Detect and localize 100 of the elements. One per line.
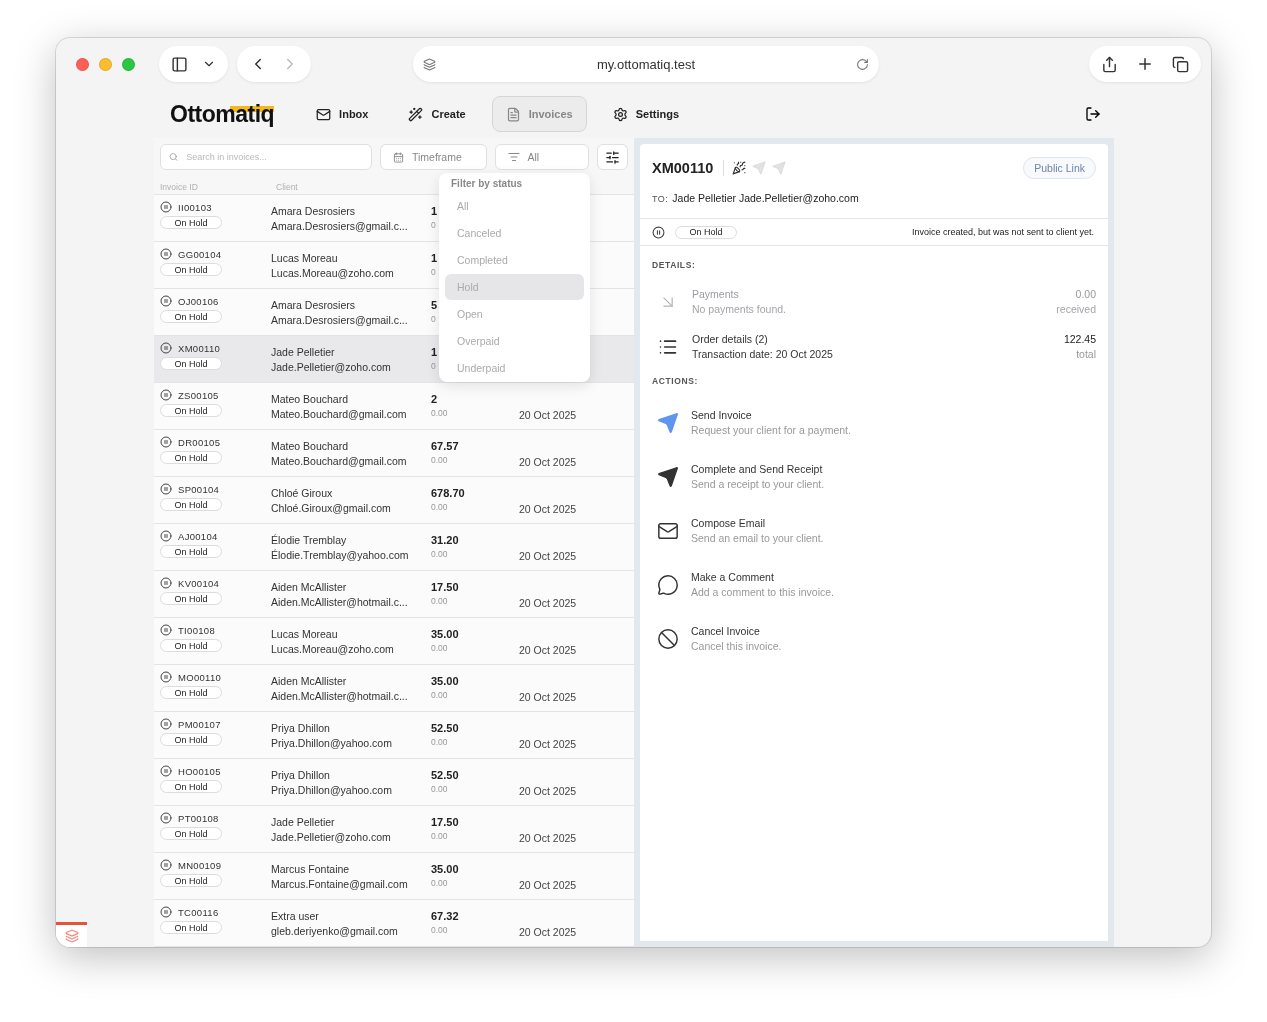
received-amount: 0.00	[431, 925, 448, 935]
status-badge: On Hold	[160, 874, 222, 887]
client-email: Mateo.Bouchard@gmail.com	[271, 455, 407, 467]
client-email: Jade.Pelletier@zoho.com	[271, 361, 391, 373]
timeframe-button[interactable]: Timeframe	[379, 144, 487, 171]
detail-row[interactable]: Order details (2) Transaction date: 20 Oct 2025 122.45 total	[640, 325, 1108, 370]
invoice-row[interactable]: TC00116 On Hold Extra user gleb.deriyenko@gmail.com 67.32 0.00 20 Oct 2025	[154, 900, 634, 947]
invoice-date: 20 Oct 2025	[519, 503, 577, 515]
received-amount: 0.00	[431, 643, 448, 653]
client-email: Mateo.Bouchard@gmail.com	[271, 408, 407, 420]
action-title: Cancel Invoice	[691, 625, 761, 637]
debug-toolbar-icon[interactable]	[56, 922, 87, 947]
status-badge: On Hold	[675, 225, 737, 239]
invoice-id: AJ00104	[178, 530, 218, 542]
invoice-row[interactable]: HO00105 On Hold Priya Dhillon Priya.Dhillon@yahoo.com 52.50 0.00 20 Oct 2025	[154, 759, 634, 806]
pause-icon	[160, 624, 172, 636]
prohibited-icon	[657, 627, 679, 650]
received-amount: 0.00	[431, 690, 448, 700]
action-item[interactable]: Make a Comment Add a comment to this invoice.	[640, 558, 1108, 612]
status-badge: On Hold	[160, 780, 222, 793]
invoice-row[interactable]: MN00109 On Hold Marcus Fontaine Marcus.Fontaine@gmail.com 35.00 0.00 20 Oct 2025	[154, 853, 634, 900]
status-badge: On Hold	[160, 592, 222, 605]
sliders-icon	[605, 149, 621, 165]
pause-icon	[160, 436, 172, 448]
invoice-row[interactable]: DR00105 On Hold Mateo Bouchard Mateo.Bouchard@gmail.com 67.57 0.00 20 Oct 2025	[154, 430, 634, 477]
status-filter-button[interactable]: All	[494, 144, 590, 171]
url-text: my.ottomatiq.test	[597, 56, 695, 72]
calendar-icon	[392, 151, 404, 163]
invoice-date: 20 Oct 2025	[519, 832, 577, 844]
pause-icon	[160, 671, 172, 683]
client-email: Aiden.McAllister@hotmail.c...	[271, 596, 408, 608]
invoice-row[interactable]: ZS00105 On Hold Mateo Bouchard Mateo.Bouchard@gmail.com 2 0.00 20 Oct 2025	[154, 383, 634, 430]
column-header: Client	[276, 182, 299, 192]
section-heading: DETAILS:	[651, 259, 697, 272]
search-input[interactable]: Search in invoices...	[184, 151, 363, 163]
action-item[interactable]: Cancel Invoice Cancel this invoice.	[640, 612, 1108, 666]
detail-value-label: total	[1076, 348, 1096, 360]
client-email: Priya.Dhillon@yahoo.com	[271, 737, 392, 749]
pause-icon	[652, 225, 665, 239]
action-item[interactable]: Complete and Send Receipt Send a receipt to your client.	[640, 450, 1108, 504]
invoice-row[interactable]: PM00107 On Hold Priya Dhillon Priya.Dhillon@yahoo.com 52.50 0.00 20 Oct 2025	[154, 712, 634, 759]
pause-icon	[160, 530, 172, 542]
public-link-button[interactable]: Public Link	[1023, 157, 1096, 179]
amount: 52.50	[431, 722, 459, 734]
action-item[interactable]: Compose Email Send an email to your client.	[640, 504, 1108, 558]
received-amount: 0.00	[431, 737, 448, 747]
paper-plane-icon	[772, 161, 787, 175]
tabs-icon[interactable]	[1172, 55, 1189, 73]
amount: 17.50	[431, 816, 459, 828]
client-name: Jade Pelletier	[271, 346, 335, 358]
nav-tab[interactable]: Create	[394, 96, 480, 132]
status-note: Invoice created, but was not sent to client yet.	[911, 227, 1094, 237]
client-name: Amara Desrosiers	[271, 299, 356, 311]
invoice-row[interactable]: SP00104 On Hold Chloé Giroux Chloé.Giroux@gmail.com 678.70 0.00 20 Oct 2025	[154, 477, 634, 524]
dropdown-title: Filter by status	[450, 176, 524, 191]
invoice-title: XM00110	[652, 160, 725, 176]
page-icon	[423, 57, 436, 71]
amount: 35.00	[431, 675, 459, 687]
invoice-row[interactable]: TI00108 On Hold Lucas Moreau Lucas.Moreau@zoho.com 35.00 0.00 20 Oct 2025	[154, 618, 634, 665]
nav-tab[interactable]: Inbox	[302, 96, 383, 132]
new-tab-icon[interactable]	[1136, 55, 1154, 73]
nav-tab[interactable]: Settings	[598, 96, 694, 132]
invoice-date: 20 Oct 2025	[519, 644, 577, 656]
amount: 5	[431, 299, 438, 311]
status-badge: On Hold	[160, 921, 222, 934]
invoice-id: XM00110	[178, 342, 221, 354]
share-icon[interactable]	[1101, 55, 1118, 73]
invoice-row[interactable]: MO00110 On Hold Aiden McAllister Aiden.McAllister@hotmail.c... 35.00 0.00 20 Oct 2025	[154, 665, 634, 712]
search-field[interactable]: Search in invoices...	[160, 144, 372, 171]
address-bar[interactable]: my.ottomatiq.test	[413, 46, 879, 82]
received-amount: 0.00	[431, 549, 448, 559]
client-email: Élodie.Tremblay@yahoo.com	[271, 549, 409, 561]
action-item[interactable]: Send Invoice Request your client for a payment.	[640, 396, 1108, 450]
settings-icon	[612, 106, 628, 122]
client-name: Chloé Giroux	[271, 487, 333, 499]
action-description: Cancel this invoice.	[691, 640, 783, 652]
invoice-id: GG00104	[178, 248, 222, 260]
invoice-row[interactable]: PT00108 On Hold Jade Pelletier Jade.Pelletier@zoho.com 17.50 0.00 20 Oct 2025	[154, 806, 634, 853]
client-name: Élodie Tremblay	[271, 534, 347, 546]
invoice-date: 20 Oct 2025	[519, 691, 577, 703]
amount: 1	[431, 252, 438, 264]
close-button[interactable]	[76, 57, 89, 71]
logout-icon[interactable]	[1085, 106, 1101, 122]
sidebar-icon[interactable]	[171, 55, 188, 73]
pause-icon	[160, 765, 172, 777]
invoice-row[interactable]: KV00104 On Hold Aiden McAllister Aiden.McAllister@hotmail.c... 17.50 0.00 20 Oct 2025	[154, 571, 634, 618]
invoice-id: KV00104	[178, 577, 220, 589]
client-name: Lucas Moreau	[271, 628, 338, 640]
reload-icon[interactable]	[856, 57, 869, 71]
client-email: Amara.Desrosiers@gmail.c...	[271, 314, 408, 326]
settings-sliders-button[interactable]	[597, 144, 628, 171]
invoice-id: DR00105	[178, 436, 221, 448]
client-email: Lucas.Moreau@zoho.com	[271, 643, 394, 655]
invoice-row[interactable]: AJ00104 On Hold Élodie Tremblay Élodie.Tremblay@yahoo.com 31.20 0.00 20 Oct 2025	[154, 524, 634, 571]
status-badge: On Hold	[160, 404, 222, 417]
paper-plane-icon	[657, 411, 679, 434]
invoice-date: 20 Oct 2025	[519, 738, 577, 750]
invoice-date: 20 Oct 2025	[519, 456, 577, 468]
status-badge: On Hold	[160, 216, 222, 229]
wand-icon	[408, 106, 424, 122]
